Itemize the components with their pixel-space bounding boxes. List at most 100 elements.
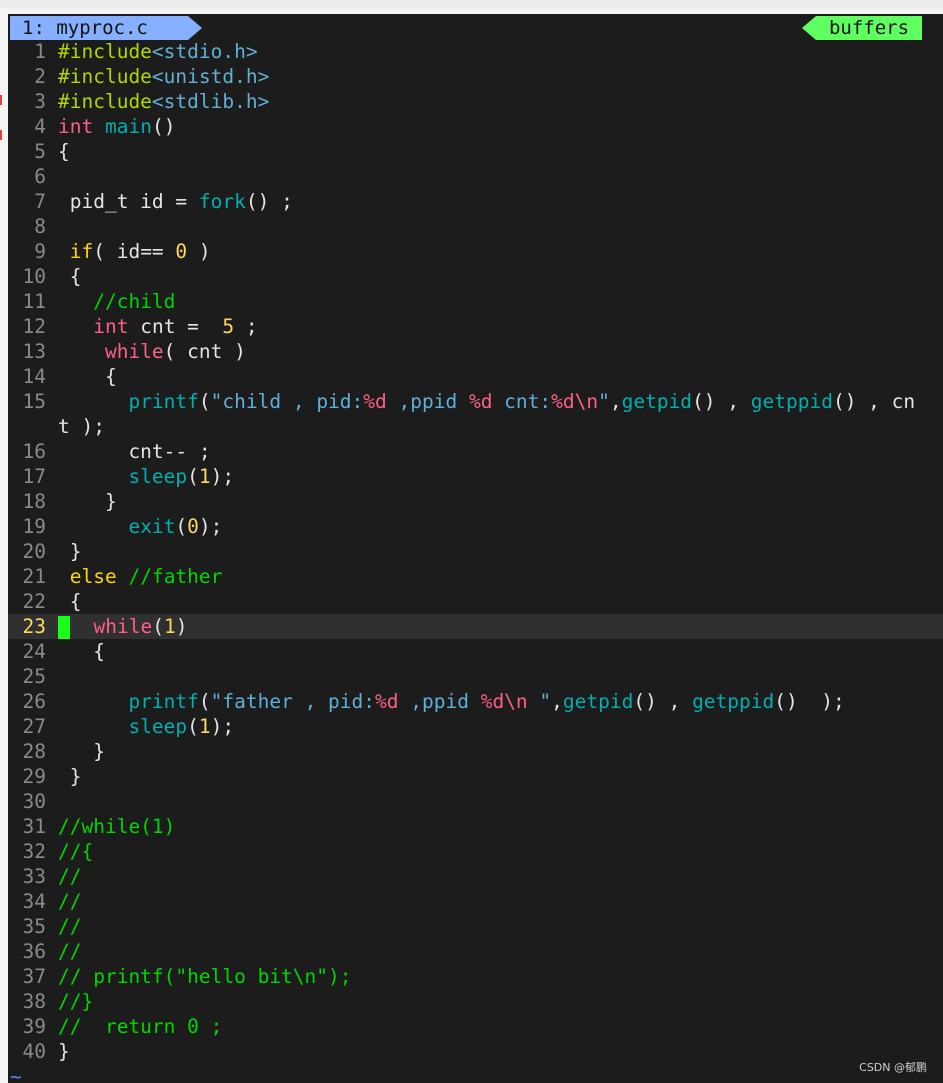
line-number: 26 (22, 690, 46, 713)
code-line[interactable]: 30 (8, 789, 943, 814)
token-plain: ); (210, 465, 235, 488)
code-line[interactable]: 23 while(1) (8, 614, 943, 639)
line-number: 20 (22, 540, 46, 563)
code-line[interactable]: 16 cnt-- ; (8, 439, 943, 464)
token-plain: () , (633, 690, 693, 713)
code-text: // printf("hello bit\n"); (58, 965, 352, 988)
line-number: 34 (22, 890, 46, 913)
code-line[interactable]: t ); (8, 414, 943, 439)
code-line[interactable]: 19 exit(0); (8, 514, 943, 539)
token-fmt: %d (363, 390, 387, 413)
token-plain: { (58, 640, 105, 663)
buffers-indicator: buffers (816, 16, 922, 40)
code-line[interactable]: 15 printf("child , pid:%d ,ppid %d cnt:%… (8, 389, 943, 414)
code-line[interactable]: 39 // return 0 ; (8, 1014, 943, 1039)
line-number: 18 (22, 490, 46, 513)
code-line[interactable]: 32 //{ (8, 839, 943, 864)
code-line[interactable]: 26 printf("father , pid:%d ,ppid %d\n ",… (8, 689, 943, 714)
code-line[interactable]: 2 #include<unistd.h> (8, 64, 943, 89)
code-line[interactable]: 40} (8, 1039, 943, 1064)
code-line[interactable]: 22 { (8, 589, 943, 614)
line-number: 31 (22, 815, 46, 838)
code-line[interactable]: 18 } (8, 489, 943, 514)
line-number: 6 (34, 165, 46, 188)
line-number: 10 (22, 265, 46, 288)
token-plain: { (58, 365, 117, 388)
code-text: while( cnt ) (58, 340, 246, 363)
token-plain: , (551, 690, 563, 713)
token-plain: { (58, 265, 82, 288)
code-line[interactable]: 1 #include<stdio.h> (8, 39, 943, 64)
left-edge-marker (0, 95, 2, 105)
code-line[interactable]: 31 //while(1) (8, 814, 943, 839)
token-num: 1 (198, 465, 211, 488)
token-num: 0 (187, 515, 199, 538)
token-plain: ( (198, 390, 211, 413)
code-line[interactable]: 9 if( id== 0 ) (8, 239, 943, 264)
code-line[interactable]: 36 // (8, 939, 943, 964)
code-line[interactable]: 37 // printf("hello bit\n"); (8, 964, 943, 989)
code-text: } (58, 490, 117, 513)
code-line[interactable]: 20 } (8, 539, 943, 564)
tilde-marker: ~ (10, 1065, 22, 1083)
code-line[interactable]: 34 // (8, 889, 943, 914)
code-line[interactable]: 27 sleep(1); (8, 714, 943, 739)
code-line[interactable]: 24 { (8, 639, 943, 664)
token-plain: { (58, 140, 70, 163)
code-line[interactable]: 13 while( cnt ) (8, 339, 943, 364)
code-editor[interactable]: 1 #include<stdio.h> 2 #include<unistd.h> 3 #i… (8, 39, 943, 1083)
code-line[interactable]: 3 #include<stdlib.h> (8, 89, 943, 114)
vim-terminal[interactable]: 1: myproc.c buffers 1 #include<stdio.h> 2 #… (8, 14, 943, 1083)
token-type: int (58, 115, 94, 138)
token-plain: { (58, 590, 82, 613)
token-plain: } (58, 490, 117, 513)
code-line[interactable]: 8 (8, 214, 943, 239)
code-line[interactable]: 14 { (8, 364, 943, 389)
token-plain: t ); (58, 415, 105, 438)
token-plain: ( id== (93, 240, 176, 263)
code-line[interactable]: 29 } (8, 764, 943, 789)
code-line[interactable]: 38 //} (8, 989, 943, 1014)
code-line[interactable]: 5{ (8, 139, 943, 164)
code-text: #include<stdlib.h> (58, 90, 269, 113)
code-line[interactable]: 12 int cnt = 5 ; (8, 314, 943, 339)
code-text: // (58, 915, 81, 938)
code-line[interactable]: 10 { (8, 264, 943, 289)
code-line[interactable]: 11 //child (8, 289, 943, 314)
code-line[interactable]: 33 // (8, 864, 943, 889)
code-line[interactable]: 25 (8, 664, 943, 689)
token-fmt: %d (375, 690, 399, 713)
code-line[interactable]: 28 } (8, 739, 943, 764)
token-fn: exit (128, 515, 176, 538)
token-plain: } (58, 765, 82, 788)
token-plain: cnt = (128, 315, 223, 338)
code-text: sleep(1); (58, 715, 234, 738)
code-line[interactable]: 21 else //father (8, 564, 943, 589)
line-number: 9 (34, 240, 46, 263)
tab-myproc[interactable]: 1: myproc.c (10, 16, 188, 40)
token-str: " (598, 390, 610, 413)
line-number: 13 (22, 340, 46, 363)
line-number: 23 (22, 615, 46, 638)
token-pre: #include (58, 65, 152, 88)
line-number: 21 (22, 565, 46, 588)
code-text: // (58, 890, 81, 913)
token-fn: main (104, 115, 152, 138)
code-line[interactable]: 17 sleep(1); (8, 464, 943, 489)
code-text: { (58, 265, 82, 288)
code-line[interactable]: 4 int main() (8, 114, 943, 139)
token-fn: getppid (692, 690, 775, 713)
code-line[interactable]: 6 (8, 164, 943, 189)
token-plain: ( (175, 515, 188, 538)
token-plain: cnt-- ; (58, 440, 211, 463)
code-line[interactable]: 35 // (8, 914, 943, 939)
code-text: //} (58, 990, 93, 1013)
code-line[interactable]: 7 pid_t id = fork() ; (8, 189, 943, 214)
code-text: } (58, 740, 105, 763)
code-text: int main() (58, 115, 175, 138)
window-top-strip (0, 0, 943, 8)
token-inc: <unistd.h> (151, 65, 270, 88)
